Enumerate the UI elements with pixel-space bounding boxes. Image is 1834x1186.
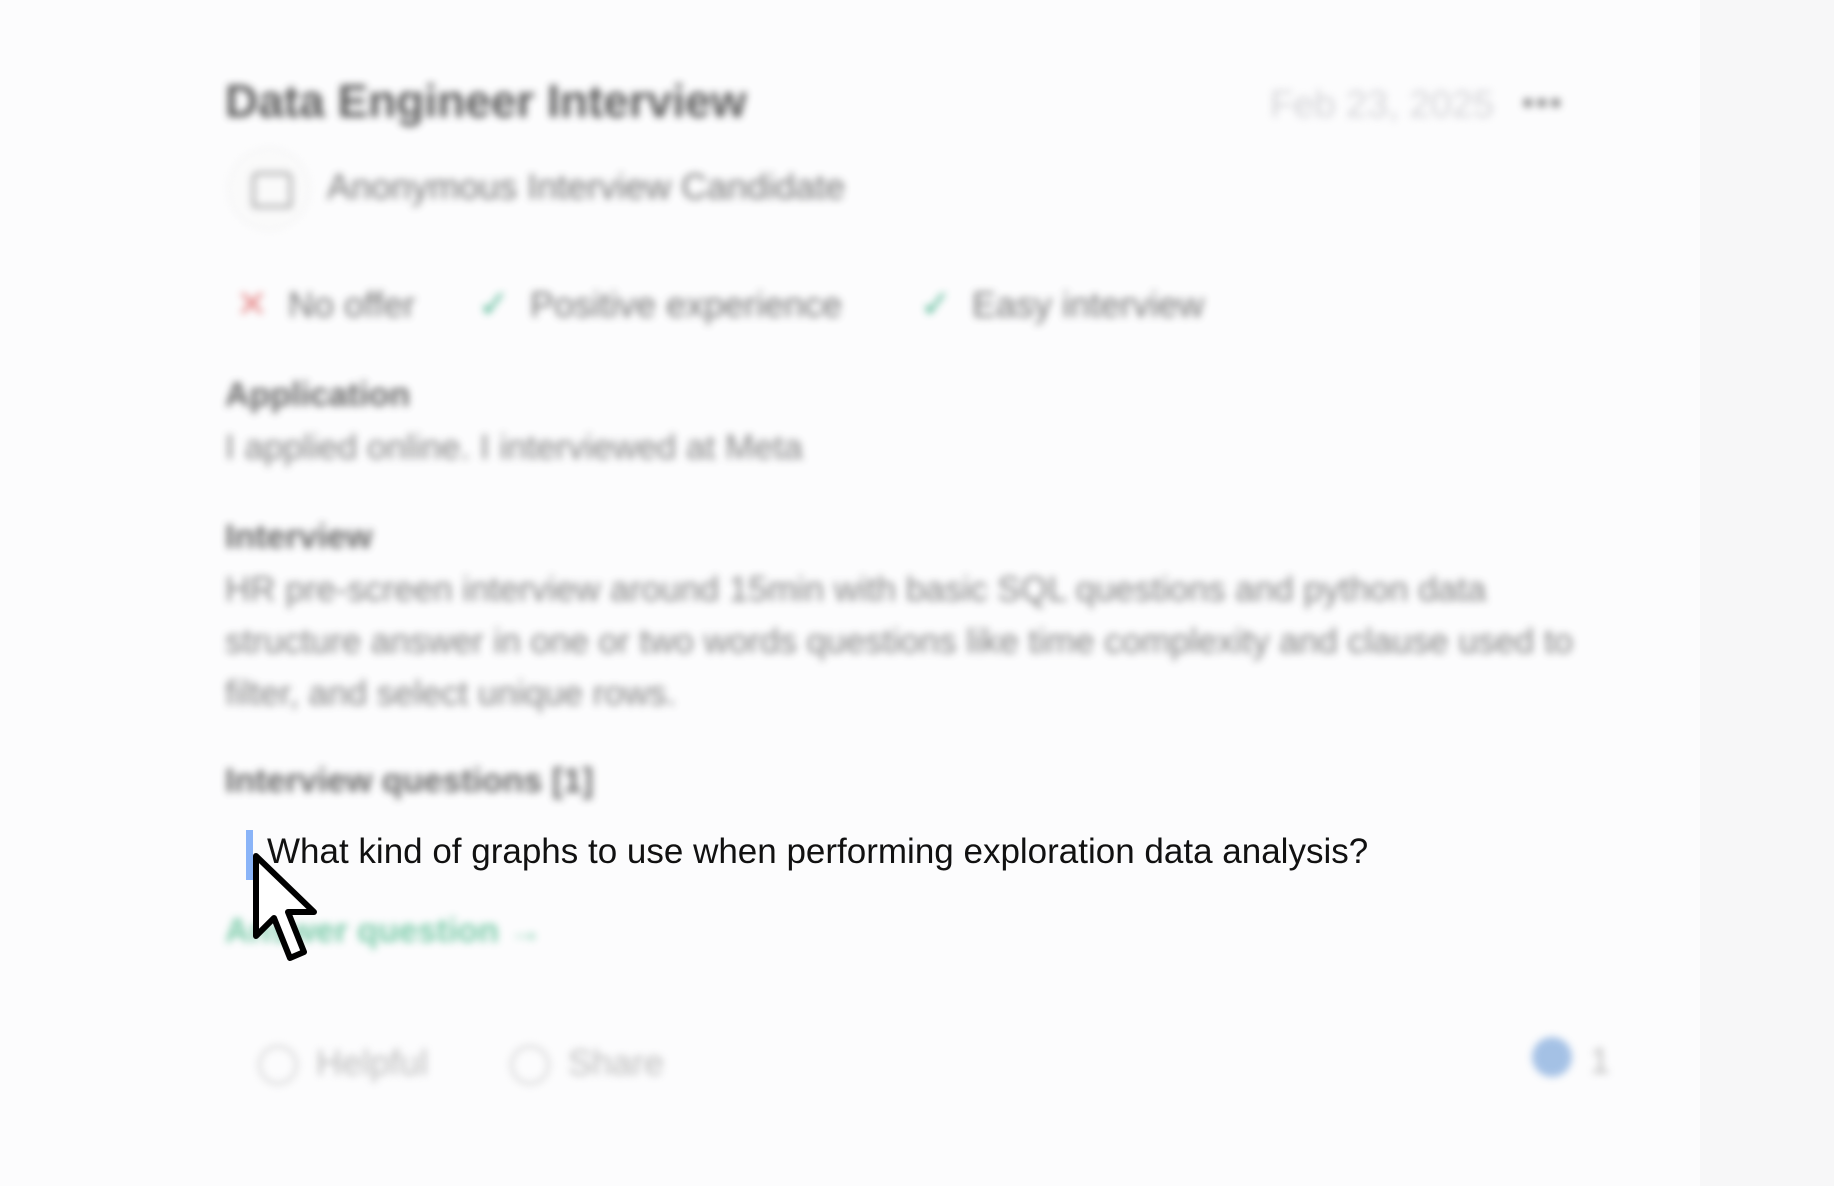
- review-page: Data Engineer Interview Feb 23, 2025 •••…: [0, 0, 1834, 1186]
- helpful-label: Helpful: [316, 1042, 429, 1083]
- check-icon: ✓: [920, 284, 952, 326]
- application-body: I applied online. I interviewed at Meta: [225, 428, 803, 467]
- blurred-review-card: Data Engineer Interview Feb 23, 2025 •••…: [0, 0, 1700, 1186]
- author-name: Anonymous Interview Candidate: [327, 166, 846, 207]
- right-gutter: [1700, 0, 1834, 1186]
- badge-label: Positive experience: [530, 284, 843, 325]
- x-icon: ✕: [236, 284, 268, 326]
- questions-heading: Interview questions [1]: [225, 762, 594, 800]
- helpful-count: 1: [1590, 1040, 1611, 1081]
- more-options-button[interactable]: •••: [1522, 84, 1564, 123]
- application-heading: Application: [225, 376, 411, 414]
- badge-no-offer: ✕ No offer: [236, 282, 415, 327]
- badge-positive-experience: ✓ Positive experience: [478, 282, 842, 327]
- check-icon: ✓: [478, 284, 510, 326]
- thumbs-up-icon: [258, 1045, 298, 1086]
- review-date: Feb 23, 2025: [1270, 84, 1494, 126]
- review-title: Data Engineer Interview: [225, 75, 747, 127]
- building-icon: [252, 172, 292, 208]
- share-button[interactable]: Share: [510, 1042, 665, 1086]
- interview-body: HR pre-screen interview around 15min wit…: [225, 570, 1574, 713]
- share-label: Share: [568, 1042, 665, 1083]
- helpful-button[interactable]: Helpful: [258, 1042, 429, 1086]
- mouse-pointer-icon: [253, 853, 317, 961]
- avatar: [228, 148, 310, 230]
- badge-easy-interview: ✓ Easy interview: [920, 282, 1204, 327]
- badge-label: No offer: [288, 284, 416, 325]
- share-icon: [510, 1045, 550, 1086]
- interview-heading: Interview: [225, 518, 373, 556]
- helpful-count-icon: [1532, 1037, 1572, 1077]
- interview-question[interactable]: What kind of graphs to use when performi…: [267, 832, 1368, 872]
- badge-label: Easy interview: [972, 284, 1205, 325]
